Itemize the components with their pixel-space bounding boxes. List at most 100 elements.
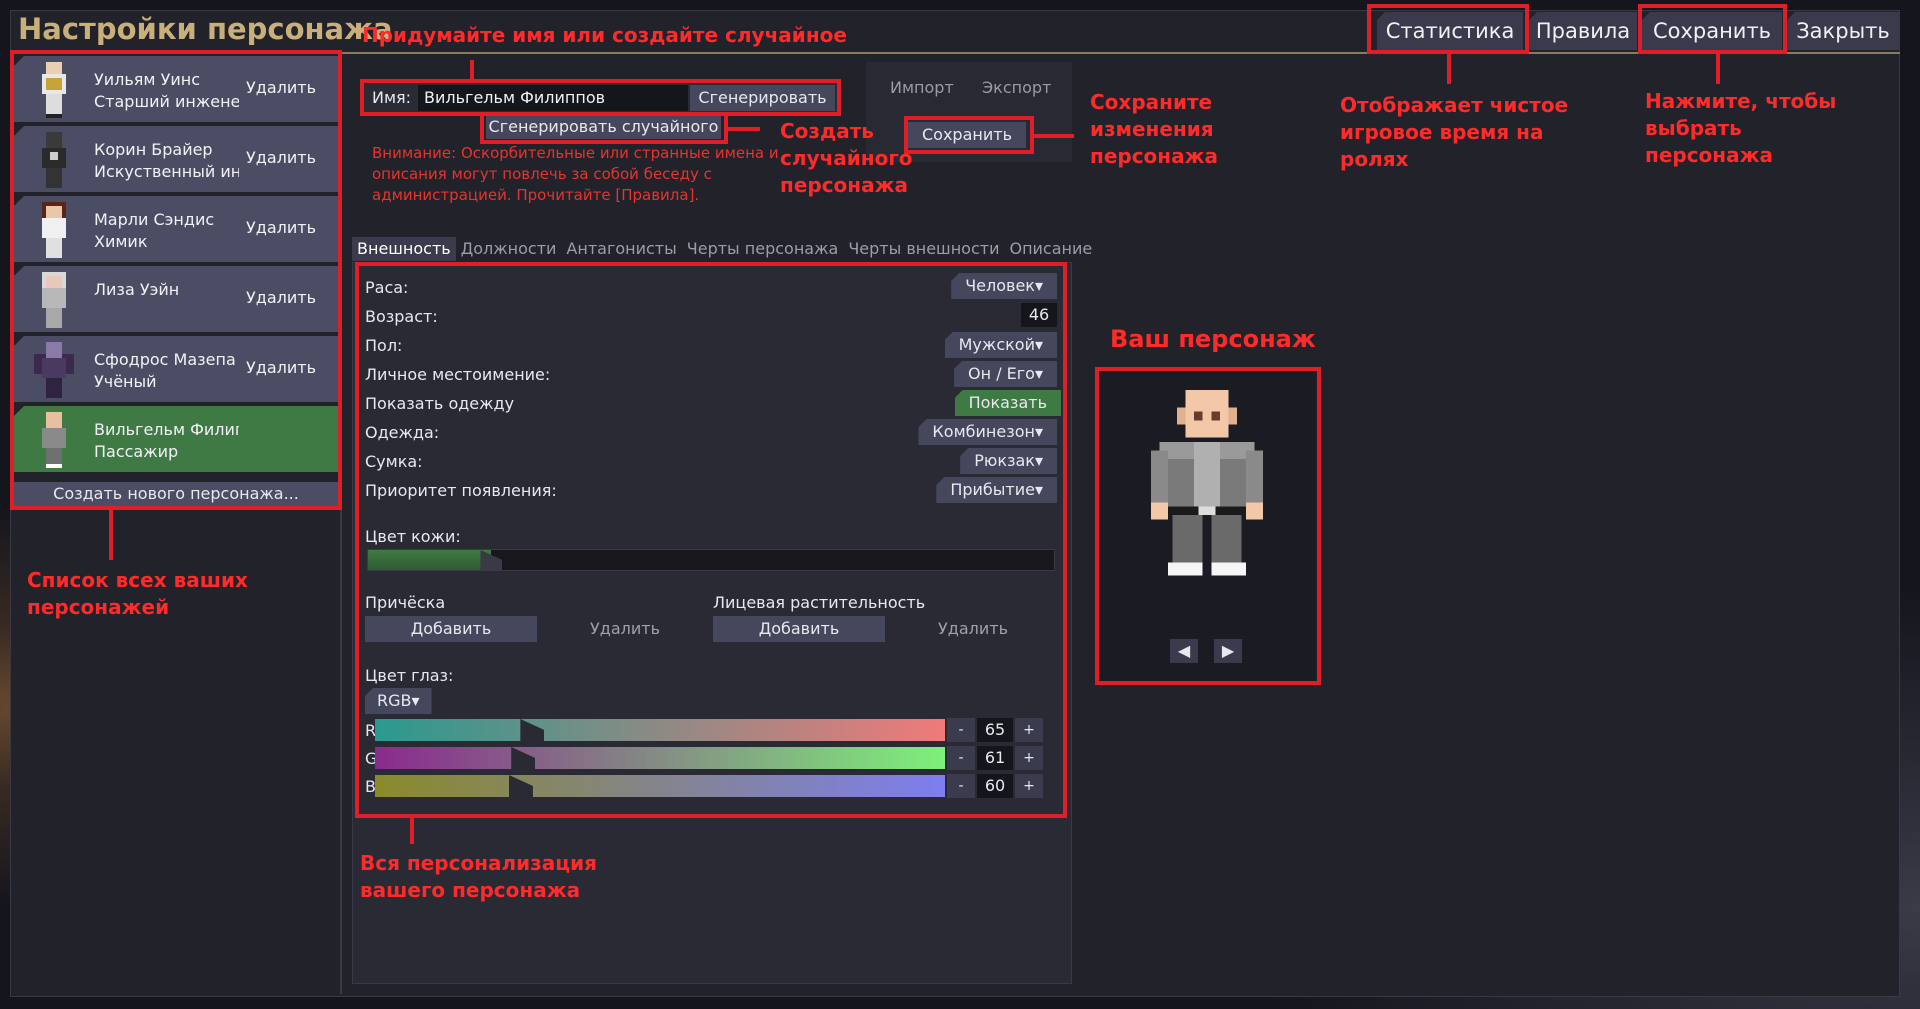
character-avatar-icon xyxy=(42,272,66,328)
delete-character-button[interactable]: Удалить xyxy=(246,78,316,97)
tab-bar: Внешность Должности Антагонисты Черты пе… xyxy=(352,237,1097,261)
age-input[interactable]: 46 xyxy=(1021,303,1057,327)
character-name: Лиза Уэйн xyxy=(94,280,180,299)
spawn-priority-label: Приоритет появления: xyxy=(365,481,557,500)
delete-character-button[interactable]: Удалить xyxy=(246,288,316,307)
clothes-dropdown[interactable]: Комбинезон▾ xyxy=(918,419,1057,445)
annotation-connector xyxy=(470,60,474,80)
delete-character-button[interactable]: Удалить xyxy=(246,148,316,167)
tab-jobs[interactable]: Должности xyxy=(456,237,562,261)
r-minus-button[interactable]: - xyxy=(947,718,975,742)
annotation-select-hint: Нажмите, чтобы выбрать персонажа xyxy=(1645,89,1837,167)
character-name: Сфодрос Мазепа xyxy=(94,350,236,369)
character-name: Корин Брайер xyxy=(94,140,213,159)
save-button[interactable]: Сохранить xyxy=(1642,12,1782,50)
annotation-connector xyxy=(728,127,760,131)
character-slot[interactable]: Корин Брайер Искуственный ин Удалить xyxy=(14,126,338,192)
hairstyle-label: Причёска xyxy=(365,593,446,612)
character-slot[interactable]: Марли Сэндис Химик Удалить xyxy=(14,196,338,262)
character-list: Уильям Уинс Старший инжене Удалить Корин … xyxy=(14,56,338,476)
hair-add-button[interactable]: Добавить xyxy=(365,616,537,642)
bag-dropdown[interactable]: Рюкзак▾ xyxy=(960,448,1057,474)
warning-text: Внимание: Оскорбительные или странные им… xyxy=(372,144,779,204)
character-preview: ◀ ▶ xyxy=(1100,370,1316,684)
annotation-connector xyxy=(1716,54,1720,84)
b-slider[interactable] xyxy=(375,775,945,797)
g-value-input[interactable]: 61 xyxy=(977,746,1013,770)
r-slider-handle[interactable] xyxy=(520,719,545,741)
skin-slider-handle[interactable] xyxy=(480,550,503,570)
annotation-connector xyxy=(1447,54,1451,84)
character-role: Старший инжене xyxy=(94,92,239,111)
facial-hair-add-button[interactable]: Добавить xyxy=(713,616,885,642)
age-label: Возраст: xyxy=(365,307,438,326)
spawn-priority-dropdown[interactable]: Прибытие▾ xyxy=(936,477,1057,503)
annotation-connector xyxy=(1034,134,1074,138)
facial-hair-remove-button[interactable]: Удалить xyxy=(887,616,1059,642)
name-label: Имя: xyxy=(372,88,412,107)
annotation-stats-hint: Отображает чистое игровое время на ролях xyxy=(1340,93,1569,171)
bag-label: Сумка: xyxy=(365,452,423,471)
character-slot[interactable]: Лиза Уэйн Удалить xyxy=(14,266,338,332)
r-value-input[interactable]: 65 xyxy=(977,718,1013,742)
clothes-label: Одежда: xyxy=(365,423,440,442)
character-avatar-icon xyxy=(42,412,66,468)
stats-button[interactable]: Статистика xyxy=(1377,12,1523,50)
character-slot[interactable]: Уильям Уинс Старший инжене Удалить xyxy=(14,56,338,122)
create-character-button[interactable]: Создать нового персонажа... xyxy=(14,482,338,506)
character-avatar-icon xyxy=(34,342,74,398)
race-dropdown[interactable]: Человек▾ xyxy=(951,273,1057,299)
delete-character-button[interactable]: Удалить xyxy=(246,218,316,237)
annotation-list-hint: Список всех ваших персонажей xyxy=(27,568,248,619)
b-value-input[interactable]: 60 xyxy=(977,774,1013,798)
b-plus-button[interactable]: + xyxy=(1015,774,1043,798)
generate-random-button[interactable]: Сгенерировать случайного xyxy=(486,115,721,139)
export-button[interactable]: Экспорт xyxy=(982,78,1051,97)
sex-label: Пол: xyxy=(365,336,403,355)
color-mode-dropdown[interactable]: RGB▾ xyxy=(365,688,432,714)
eye-color-label: Цвет глаз: xyxy=(365,666,454,685)
g-plus-button[interactable]: + xyxy=(1015,746,1043,770)
name-input[interactable]: Вильгельм Филиппов xyxy=(418,85,688,111)
character-name: Вильгельм Филиппов xyxy=(94,420,239,439)
tab-description[interactable]: Описание xyxy=(1004,237,1097,261)
r-slider[interactable] xyxy=(375,719,945,741)
tab-traits[interactable]: Черты персонажа xyxy=(682,237,844,261)
show-clothes-toggle[interactable]: Показать xyxy=(954,390,1061,416)
b-slider-handle[interactable] xyxy=(508,775,533,797)
character-name: Марли Сэндис xyxy=(94,210,215,229)
import-button[interactable]: Импорт xyxy=(890,78,954,97)
skin-color-slider[interactable] xyxy=(367,549,1055,571)
character-sprite-icon xyxy=(1150,390,1264,576)
facial-hair-label: Лицевая растительность xyxy=(713,593,926,612)
rules-button[interactable]: Правила xyxy=(1529,12,1637,50)
r-plus-button[interactable]: + xyxy=(1015,718,1043,742)
annotation-your-character: Ваш персонаж xyxy=(1110,325,1316,353)
sidebar-divider xyxy=(340,54,342,994)
g-slider[interactable] xyxy=(375,747,945,769)
character-role: Химик xyxy=(94,232,148,251)
save-character-button[interactable]: Сохранить xyxy=(908,122,1026,148)
delete-character-button[interactable]: Удалить xyxy=(246,358,316,377)
sex-dropdown[interactable]: Мужской▾ xyxy=(944,332,1057,358)
pronoun-dropdown[interactable]: Он / Его▾ xyxy=(954,361,1057,387)
character-role: Искуственный ин xyxy=(94,162,239,181)
g-slider-handle[interactable] xyxy=(511,747,536,769)
rotate-right-button[interactable]: ▶ xyxy=(1214,639,1242,663)
generate-name-button[interactable]: Сгенерировать xyxy=(690,85,835,111)
tab-markings[interactable]: Черты внешности xyxy=(843,237,1004,261)
tab-appearance[interactable]: Внешность xyxy=(352,237,456,261)
close-button[interactable]: Закрыть xyxy=(1787,12,1899,50)
character-slot[interactable]: Сфодрос Мазепа Учёный Удалить xyxy=(14,336,338,402)
tab-antagonists[interactable]: Антагонисты xyxy=(561,237,681,261)
character-role: Учёный xyxy=(94,372,157,391)
race-label: Раса: xyxy=(365,278,409,297)
rotate-left-button[interactable]: ◀ xyxy=(1170,639,1198,663)
character-role: Пассажир xyxy=(94,442,179,461)
annotation-save-hint: Сохраните изменения персонажа xyxy=(1090,90,1219,168)
character-slot-selected[interactable]: Вильгельм Филиппов Пассажир xyxy=(14,406,338,472)
b-minus-button[interactable]: - xyxy=(947,774,975,798)
g-minus-button[interactable]: - xyxy=(947,746,975,770)
annotation-name-hint: Придумайте имя или создайте случайное xyxy=(362,23,847,47)
hair-remove-button[interactable]: Удалить xyxy=(539,616,711,642)
